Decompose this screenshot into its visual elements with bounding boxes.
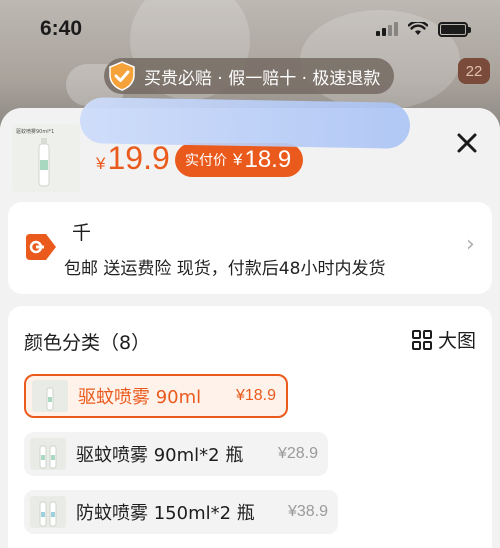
option-item[interactable]: 驱蚊喷雾 90ml ¥18.9 — [24, 374, 288, 418]
shield-check-icon — [109, 61, 135, 91]
paid-price-badge: 实付价 ¥ 18.9 — [175, 143, 304, 177]
big-image-view-label: 大图 — [438, 330, 477, 352]
option-price: ¥28.9 — [277, 445, 318, 462]
guarantee-text: 买贵必赔 · 假一赔十 · 极速退款 — [144, 68, 381, 89]
big-image-view-button[interactable]: 大图 — [412, 326, 476, 353]
wifi-icon — [408, 22, 428, 35]
option-name: 防蚊喷雾 150ml*2 瓶 — [76, 503, 255, 524]
watermark-logo — [346, 460, 496, 504]
paid-price-label: 实付价 — [185, 153, 227, 169]
grid-view-icon — [412, 329, 432, 350]
option-thumbnail — [32, 380, 68, 412]
spray-bottle-image — [39, 445, 57, 469]
shipping-info-card[interactable]: 千 包邮 送运费险 现货，付款后48小时内发货 › — [8, 202, 492, 294]
option-item[interactable]: 驱蚊喷雾 90ml*2 瓶 ¥28.9 — [24, 432, 328, 476]
status-bar: 6:40 — [0, 0, 500, 58]
original-price: ¥ 19.9 — [96, 140, 170, 177]
spray-bottle-image — [46, 387, 54, 411]
shop-name: 千 — [72, 222, 92, 244]
paid-price-value: 18.9 — [244, 146, 292, 173]
battery-icon — [438, 21, 471, 37]
cart-badge: 22 — [458, 58, 490, 84]
watermark-url: zhizhizhi.com — [346, 512, 449, 529]
cellular-signal-icon — [376, 22, 398, 36]
option-name: 驱蚊喷雾 90ml — [78, 387, 202, 408]
spray-bottle-image — [38, 138, 50, 187]
close-icon[interactable] — [452, 128, 482, 158]
option-price: ¥18.9 — [235, 387, 276, 404]
product-thumbnail[interactable]: 驱蚊喷雾90ml*1 — [12, 124, 80, 192]
currency-symbol: ¥ — [233, 150, 243, 169]
option-name: 驱蚊喷雾 90ml*2 瓶 — [76, 445, 244, 466]
options-header: 颜色分类（8） — [24, 332, 151, 354]
option-thumbnail — [30, 496, 66, 528]
watermark: zhizhizhi.com — [346, 460, 496, 544]
spray-bottle-image — [39, 501, 57, 527]
redaction-mark — [79, 97, 411, 149]
option-thumbnail — [30, 438, 66, 470]
chevron-right-icon: › — [466, 232, 475, 257]
currency-symbol: ¥ — [96, 154, 106, 173]
status-time: 6:40 — [40, 17, 83, 40]
option-price: ¥38.9 — [287, 503, 328, 520]
price-value: 19.9 — [107, 140, 170, 176]
shipping-description: 包邮 送运费险 现货，付款后48小时内发货 — [64, 259, 386, 279]
shipping-tag-icon — [26, 234, 56, 260]
option-item[interactable]: 防蚊喷雾 150ml*2 瓶 ¥38.9 — [24, 490, 338, 534]
guarantee-banner: 买贵必赔 · 假一赔十 · 极速退款 — [104, 58, 395, 94]
